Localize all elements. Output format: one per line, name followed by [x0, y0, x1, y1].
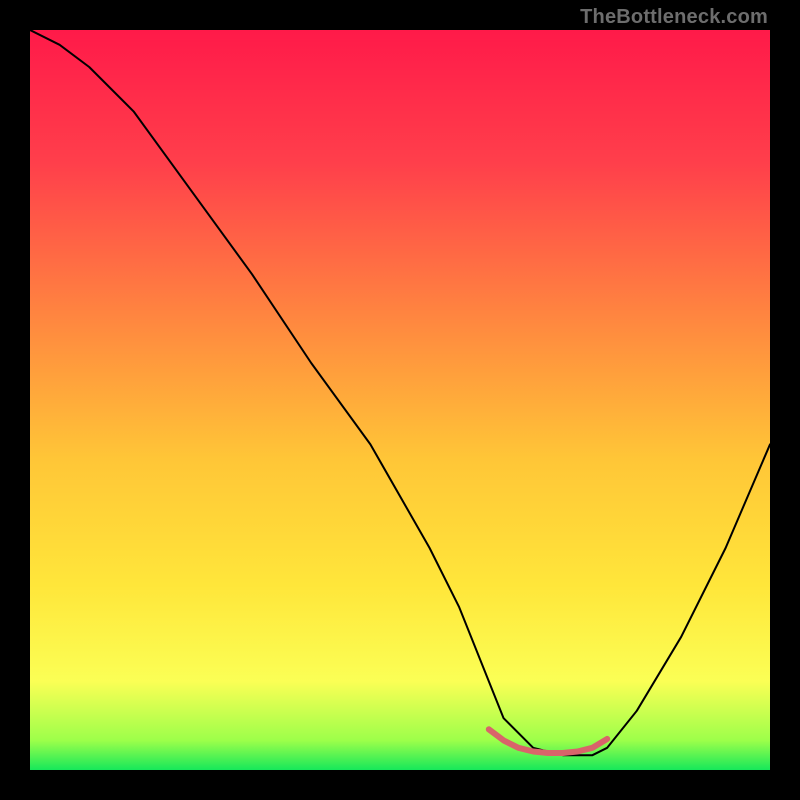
- watermark-text: TheBottleneck.com: [580, 6, 768, 29]
- chart-background: [30, 30, 770, 770]
- chart-frame: [30, 30, 770, 770]
- chart-svg: [30, 30, 770, 770]
